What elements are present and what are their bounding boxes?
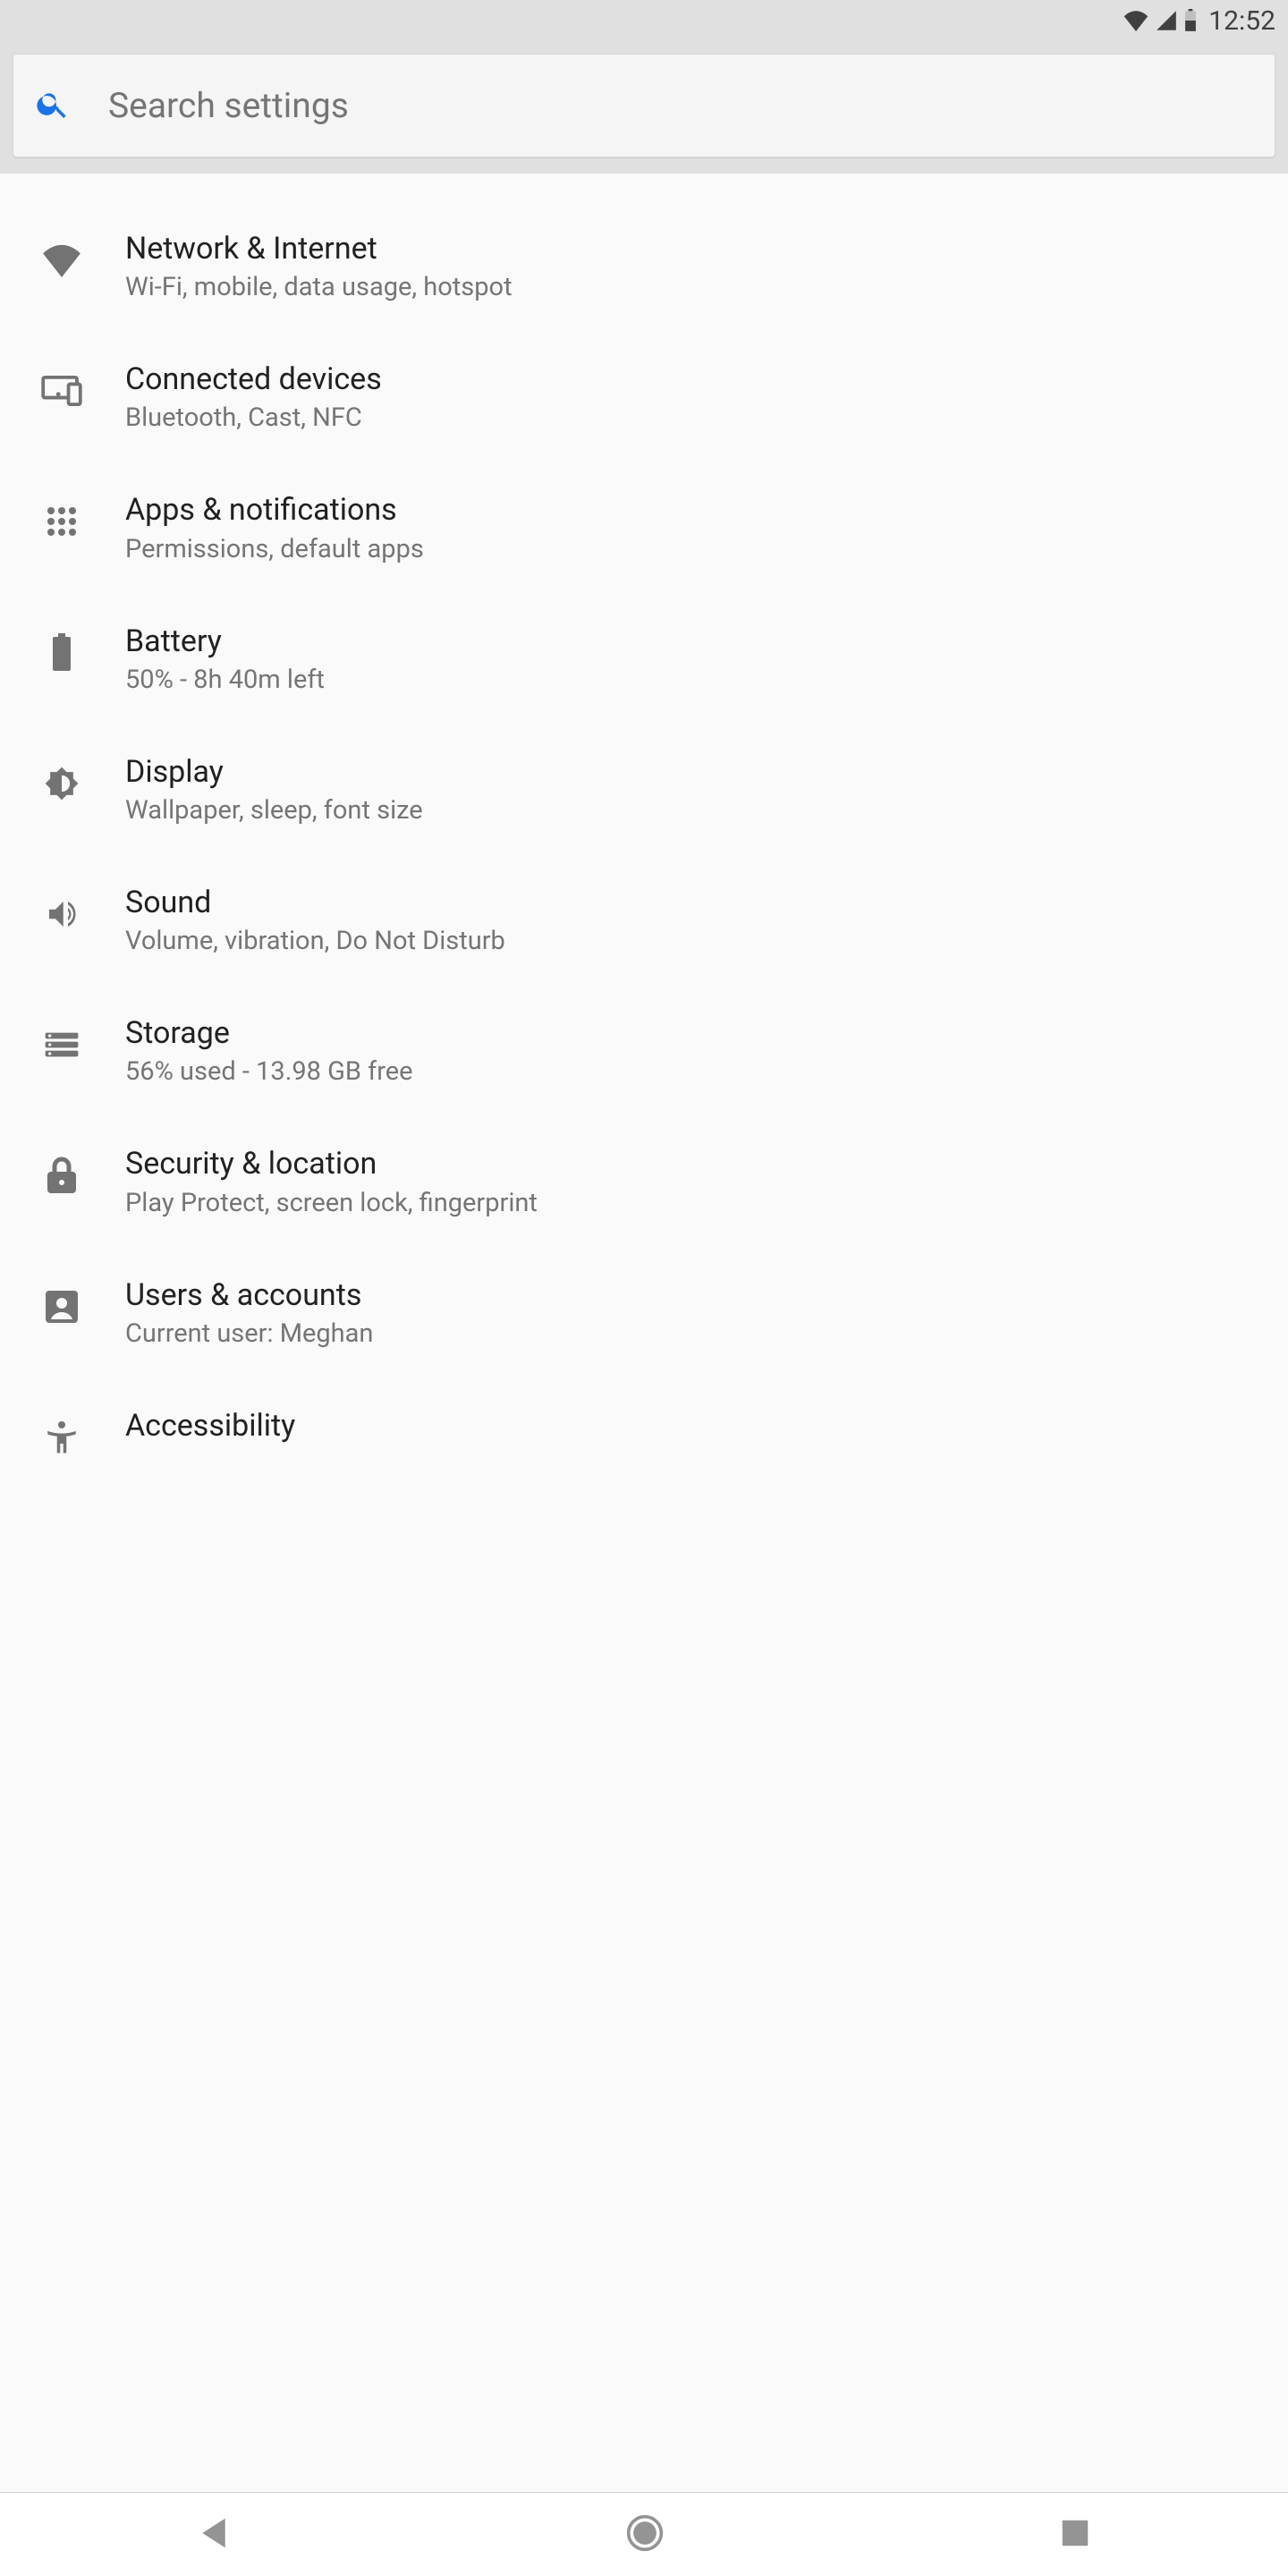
setting-title: Security & location	[125, 1144, 1267, 1183]
setting-subtitle: Wi-Fi, mobile, data usage, hotspot	[125, 272, 1267, 302]
brightness-icon	[41, 763, 82, 804]
setting-title: Connected devices	[125, 360, 1267, 399]
search-header: Search settings	[0, 41, 1288, 174]
accessibility-icon	[41, 1417, 82, 1458]
setting-subtitle: Play Protect, screen lock, fingerprint	[125, 1188, 1267, 1218]
search-settings[interactable]: Search settings	[13, 54, 1275, 157]
status-bar: 12:52	[0, 0, 1288, 41]
setting-subtitle: Volume, vibration, Do Not Disturb	[125, 926, 1267, 956]
navigation-bar	[0, 2492, 1288, 2576]
setting-subtitle: Bluetooth, Cast, NFC	[125, 402, 1267, 433]
setting-text: Sound Volume, vibration, Do Not Disturb	[125, 883, 1288, 956]
setting-title: Sound	[125, 883, 1267, 922]
setting-security[interactable]: Security & location Play Protect, screen…	[0, 1115, 1288, 1246]
setting-subtitle: Wallpaper, sleep, font size	[125, 795, 1267, 826]
setting-battery[interactable]: Battery 50% - 8h 40m left	[0, 593, 1288, 724]
setting-title: Storage	[125, 1013, 1267, 1053]
battery-icon	[41, 632, 82, 674]
setting-subtitle: Permissions, default apps	[125, 534, 1267, 564]
setting-title: Display	[125, 752, 1267, 792]
setting-text: Storage 56% used - 13.98 GB free	[125, 1013, 1288, 1087]
cellular-icon	[1155, 10, 1178, 31]
setting-display[interactable]: Display Wallpaper, sleep, font size	[0, 724, 1288, 854]
nav-recents-button[interactable]	[1061, 2519, 1089, 2551]
setting-users[interactable]: Users & accounts Current user: Meghan	[0, 1247, 1288, 1377]
wifi-icon	[41, 240, 82, 281]
status-clock: 12:52	[1208, 5, 1275, 37]
setting-subtitle: 50% - 8h 40m left	[125, 665, 1267, 695]
setting-title: Battery	[125, 622, 1267, 661]
setting-text: Users & accounts Current user: Meghan	[125, 1275, 1288, 1349]
setting-accessibility[interactable]: Accessibility	[0, 1377, 1288, 1458]
setting-text: Connected devices Bluetooth, Cast, NFC	[125, 360, 1288, 433]
setting-text: Network & Internet Wi-Fi, mobile, data u…	[125, 229, 1288, 302]
search-placeholder: Search settings	[108, 85, 349, 126]
setting-apps[interactable]: Apps & notifications Permissions, defaul…	[0, 462, 1288, 592]
setting-title: Apps & notifications	[125, 490, 1267, 530]
setting-network[interactable]: Network & Internet Wi-Fi, mobile, data u…	[0, 200, 1288, 331]
setting-text: Display Wallpaper, sleep, font size	[125, 752, 1288, 826]
setting-text: Battery 50% - 8h 40m left	[125, 622, 1288, 695]
nav-back-button[interactable]	[199, 2515, 229, 2555]
volume-icon	[41, 894, 82, 935]
storage-icon	[41, 1024, 82, 1065]
nav-home-button[interactable]	[625, 2513, 665, 2556]
setting-storage[interactable]: Storage 56% used - 13.98 GB free	[0, 985, 1288, 1115]
setting-text: Security & location Play Protect, screen…	[125, 1144, 1288, 1217]
wifi-icon	[1123, 10, 1149, 31]
setting-subtitle: Current user: Meghan	[125, 1318, 1267, 1349]
search-icon	[35, 86, 71, 125]
setting-title: Accessibility	[125, 1406, 1267, 1445]
setting-sound[interactable]: Sound Volume, vibration, Do Not Disturb	[0, 854, 1288, 985]
setting-text: Apps & notifications Permissions, defaul…	[125, 490, 1288, 564]
setting-subtitle: 56% used - 13.98 GB free	[125, 1056, 1267, 1087]
setting-connected-devices[interactable]: Connected devices Bluetooth, Cast, NFC	[0, 331, 1288, 462]
devices-icon	[41, 370, 82, 411]
setting-text: Accessibility	[125, 1406, 1288, 1445]
settings-list: Network & Internet Wi-Fi, mobile, data u…	[0, 174, 1288, 1458]
setting-title: Network & Internet	[125, 229, 1267, 268]
setting-title: Users & accounts	[125, 1275, 1267, 1315]
account-icon	[41, 1286, 82, 1327]
apps-grid-icon	[41, 501, 82, 542]
lock-icon	[41, 1155, 82, 1196]
battery-status-icon	[1183, 9, 1198, 32]
